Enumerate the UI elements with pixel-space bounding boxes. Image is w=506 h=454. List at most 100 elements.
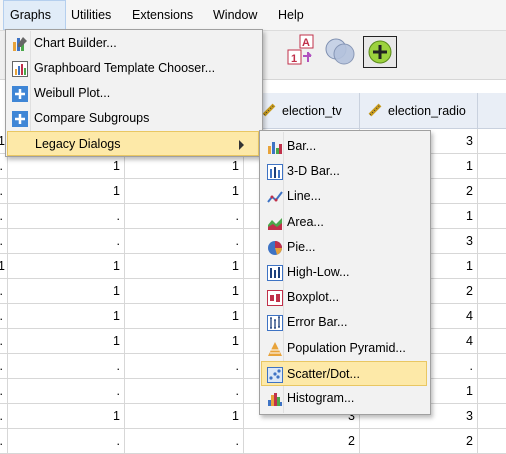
svg-text:1: 1 <box>291 53 297 65</box>
menu-item-label: Pie... <box>287 239 316 254</box>
grid-cell[interactable]: 1 <box>125 304 244 329</box>
menu-item-label: Bar... <box>287 139 317 153</box>
menu-item-high-low[interactable]: High-Low... <box>262 260 426 285</box>
menu-graphs[interactable]: Graphs <box>3 0 66 30</box>
grid-cell[interactable]: 1 <box>8 304 125 329</box>
grid-cell-empty[interactable] <box>478 229 506 254</box>
grid-cell[interactable]: . <box>0 179 8 204</box>
grid-cell[interactable]: . <box>125 354 244 379</box>
boxplot-icon <box>267 290 283 307</box>
grid-cell-empty[interactable] <box>478 404 506 429</box>
menu-item-legacy-dialogs[interactable]: Legacy Dialogs <box>7 131 259 156</box>
grid-cell[interactable]: 2 <box>244 429 360 454</box>
grid-cell[interactable]: . <box>0 429 8 454</box>
grid-cell-empty[interactable] <box>478 329 506 354</box>
grid-cell[interactable]: 1 <box>8 329 125 354</box>
plus-icon <box>12 86 28 102</box>
grid-cell-empty[interactable] <box>478 429 506 454</box>
3d-bar-icon <box>267 164 283 181</box>
grid-cell[interactable]: . <box>125 204 244 229</box>
grid-cell[interactable]: . <box>8 229 125 254</box>
grid-cell-empty[interactable] <box>478 379 506 404</box>
column-header-election-tv[interactable]: election_tv <box>254 93 360 129</box>
submenu-arrow-icon <box>239 140 244 150</box>
menu-item-graphboard-template-chooser[interactable]: Graphboard Template Chooser... <box>8 56 258 81</box>
graphs-menu: Chart Builder... Graphboard Template Cho… <box>5 29 263 157</box>
grid-cell[interactable]: . <box>0 404 8 429</box>
menu-item-error-bar[interactable]: Error Bar... <box>262 310 426 335</box>
grid-cell[interactable]: 1 <box>125 404 244 429</box>
grid-cell[interactable]: . <box>125 379 244 404</box>
grid-cell[interactable]: . <box>0 379 8 404</box>
menu-item-label: Line... <box>287 189 322 204</box>
menu-item-weibull-plot[interactable]: Weibull Plot... <box>8 81 258 106</box>
ruler-icon <box>368 103 382 117</box>
menu-item-histogram[interactable]: Histogram... <box>262 386 426 411</box>
grid-cell-empty[interactable] <box>478 179 506 204</box>
grid-cell[interactable]: 1 <box>8 279 125 304</box>
menu-item-scatter-dot[interactable]: Scatter/Dot... <box>261 360 427 386</box>
grid-cell-empty[interactable] <box>478 304 506 329</box>
grid-cell[interactable]: . <box>0 304 8 329</box>
error-bar-icon <box>267 315 283 332</box>
grid-cell-empty[interactable] <box>478 279 506 304</box>
menu-help[interactable]: Help <box>272 0 310 30</box>
plus-icon <box>12 111 28 127</box>
grid-cell-empty[interactable] <box>478 204 506 229</box>
menu-item-boxplot[interactable]: Boxplot... <box>262 285 426 310</box>
grid-cell-empty[interactable] <box>478 129 506 154</box>
grid-cell-empty[interactable] <box>478 254 506 279</box>
use-sets-icon[interactable] <box>322 34 358 70</box>
grid-cell[interactable]: 1 <box>8 254 125 279</box>
grid-cell[interactable]: . <box>0 329 8 354</box>
grid-cell[interactable]: 2 <box>360 429 478 454</box>
grid-cell[interactable]: . <box>0 279 8 304</box>
grid-cell-empty[interactable] <box>478 354 506 379</box>
grid-cell[interactable]: 1 <box>8 179 125 204</box>
menu-item-compare-subgroups[interactable]: Compare Subgroups <box>8 106 258 131</box>
grid-cell[interactable]: . <box>0 204 8 229</box>
menu-item-label: Boxplot... <box>287 290 340 305</box>
graphboard-icon <box>12 61 28 77</box>
grid-cell[interactable]: . <box>8 429 125 454</box>
grid-cell[interactable]: 1 <box>125 179 244 204</box>
menu-item-label: Population Pyramid... <box>287 340 406 355</box>
menu-item-population-pyramid[interactable]: Population Pyramid... <box>262 336 426 361</box>
split-file-icon[interactable] <box>363 36 397 68</box>
grid-cell[interactable]: 1 <box>8 404 125 429</box>
grid-cell[interactable]: 1 <box>125 329 244 354</box>
menu-extensions[interactable]: Extensions <box>126 0 199 30</box>
value-labels-icon[interactable]: A 1 <box>286 34 318 70</box>
grid-cell[interactable]: . <box>8 354 125 379</box>
grid-cell[interactable]: . <box>125 229 244 254</box>
grid-cell[interactable]: . <box>0 354 8 379</box>
grid-cell[interactable]: . <box>0 154 8 179</box>
column-header-election-radio[interactable]: election_radio <box>360 93 478 129</box>
bar-chart-icon <box>267 139 283 155</box>
grid-cell[interactable]: 1 <box>0 254 8 279</box>
histogram-icon <box>267 391 283 407</box>
column-header-empty[interactable] <box>478 93 506 129</box>
grid-cell[interactable]: . <box>0 229 8 254</box>
menu-item-3-d-bar[interactable]: 3-D Bar... <box>262 159 426 184</box>
grid-cell-empty[interactable] <box>478 154 506 179</box>
grid-cell[interactable]: 1 <box>125 254 244 279</box>
grid-cell[interactable]: . <box>8 204 125 229</box>
menu-item-line[interactable]: Line... <box>262 184 426 209</box>
menu-item-label: Error Bar... <box>287 315 348 330</box>
pyramid-icon <box>267 341 283 357</box>
menubar: Graphs Utilities Extensions Window Help <box>0 0 506 31</box>
menu-item-pie[interactable]: Pie... <box>262 235 426 260</box>
ruler-icon <box>262 103 276 117</box>
menu-item-chart-builder[interactable]: Chart Builder... <box>8 31 258 56</box>
area-chart-icon <box>267 215 283 231</box>
grid-cell[interactable]: 1 <box>125 279 244 304</box>
grid-cell[interactable]: 1 <box>8 154 125 179</box>
menu-window[interactable]: Window <box>207 0 263 30</box>
grid-cell[interactable]: . <box>125 429 244 454</box>
menu-utilities[interactable]: Utilities <box>65 0 117 30</box>
menu-item-area[interactable]: Area... <box>262 210 426 235</box>
menu-item-bar[interactable]: Bar... <box>262 134 426 159</box>
grid-cell[interactable]: . <box>8 379 125 404</box>
grid-cell[interactable]: 1 <box>125 154 244 179</box>
